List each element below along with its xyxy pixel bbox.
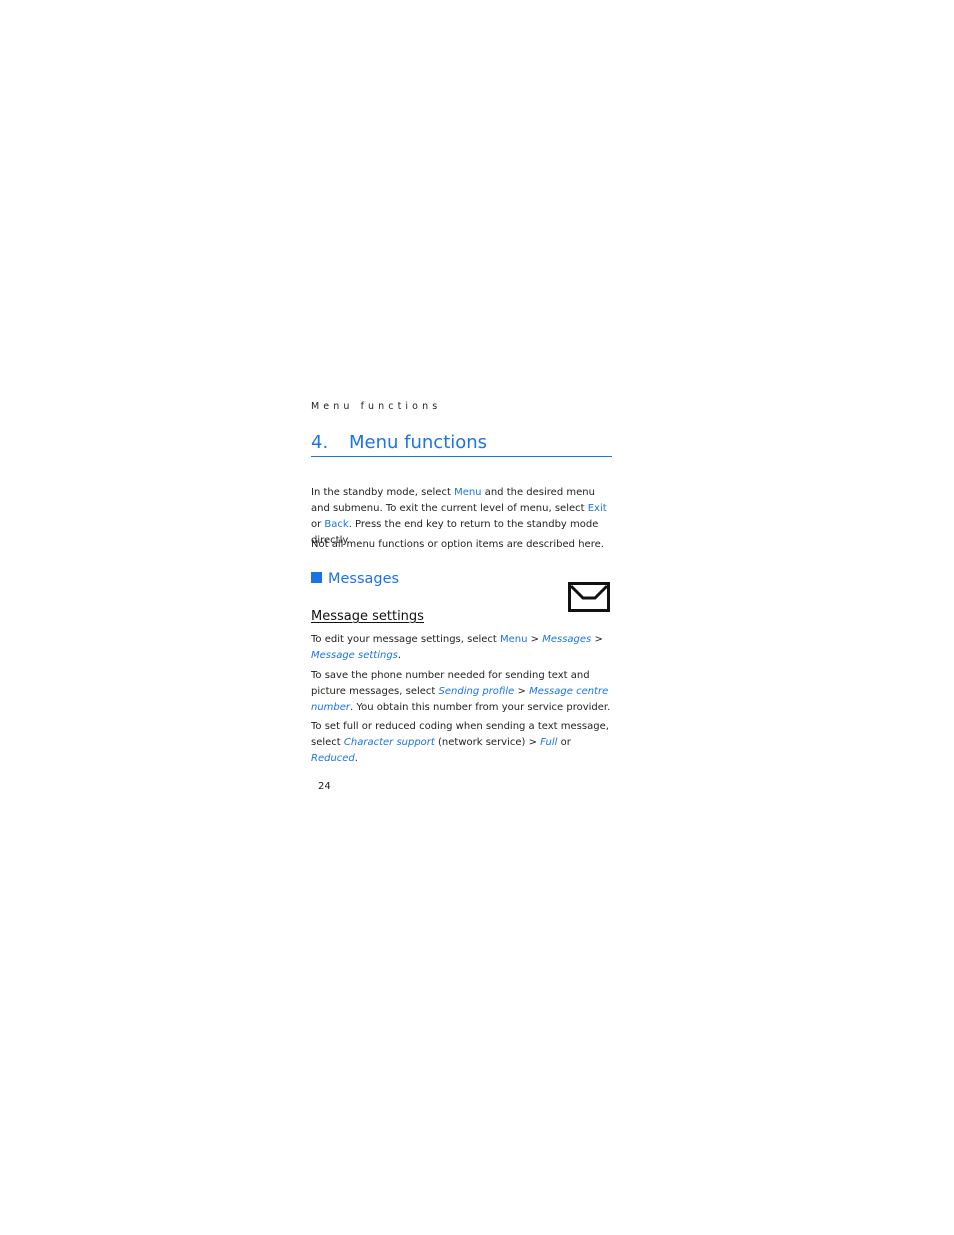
sending-profile-keyword: Sending profile bbox=[438, 686, 515, 697]
text: To edit your message settings, select bbox=[311, 634, 500, 645]
text: (network service) > bbox=[434, 737, 541, 748]
section-bullet-square-icon bbox=[311, 572, 322, 583]
text: or bbox=[311, 519, 325, 530]
text: . bbox=[354, 753, 358, 764]
text: . bbox=[397, 650, 402, 661]
text: or bbox=[557, 737, 571, 748]
message-settings-paragraph-3: To set full or reduced coding when sendi… bbox=[311, 719, 612, 767]
page-number: 24 bbox=[318, 781, 331, 792]
text: . You obtain this number from your servi… bbox=[350, 702, 611, 713]
menu-keyword: Menu bbox=[454, 487, 482, 498]
message-settings-paragraph-1: To edit your message settings, select Me… bbox=[311, 632, 612, 664]
text: > bbox=[514, 686, 530, 697]
reduced-keyword: Reduced bbox=[311, 753, 355, 764]
character-support-keyword: Character support bbox=[343, 737, 435, 748]
menu-keyword: Menu bbox=[500, 634, 528, 645]
message-settings-keyword: Message settings bbox=[311, 650, 398, 661]
envelope-icon bbox=[568, 582, 610, 612]
text: > bbox=[591, 634, 603, 645]
text: In the standby mode, select bbox=[311, 487, 455, 498]
messages-keyword: Messages bbox=[542, 634, 592, 645]
chapter-title-text: Menu functions bbox=[349, 432, 488, 453]
chapter-number: 4. bbox=[311, 432, 329, 453]
chapter-title: 4. Menu functions bbox=[311, 432, 612, 457]
text: > bbox=[527, 634, 543, 645]
subsection-title: Message settings bbox=[311, 609, 424, 624]
full-keyword: Full bbox=[540, 737, 558, 748]
running-head: Menu functions bbox=[311, 401, 442, 412]
section-title-text: Messages bbox=[328, 571, 400, 587]
exit-keyword: Exit bbox=[587, 503, 607, 514]
intro-paragraph-2: Not all menu functions or option items a… bbox=[311, 539, 604, 550]
back-keyword: Back bbox=[324, 519, 349, 530]
message-settings-paragraph-2: To save the phone number needed for send… bbox=[311, 668, 612, 716]
section-title: Messages bbox=[311, 571, 399, 587]
